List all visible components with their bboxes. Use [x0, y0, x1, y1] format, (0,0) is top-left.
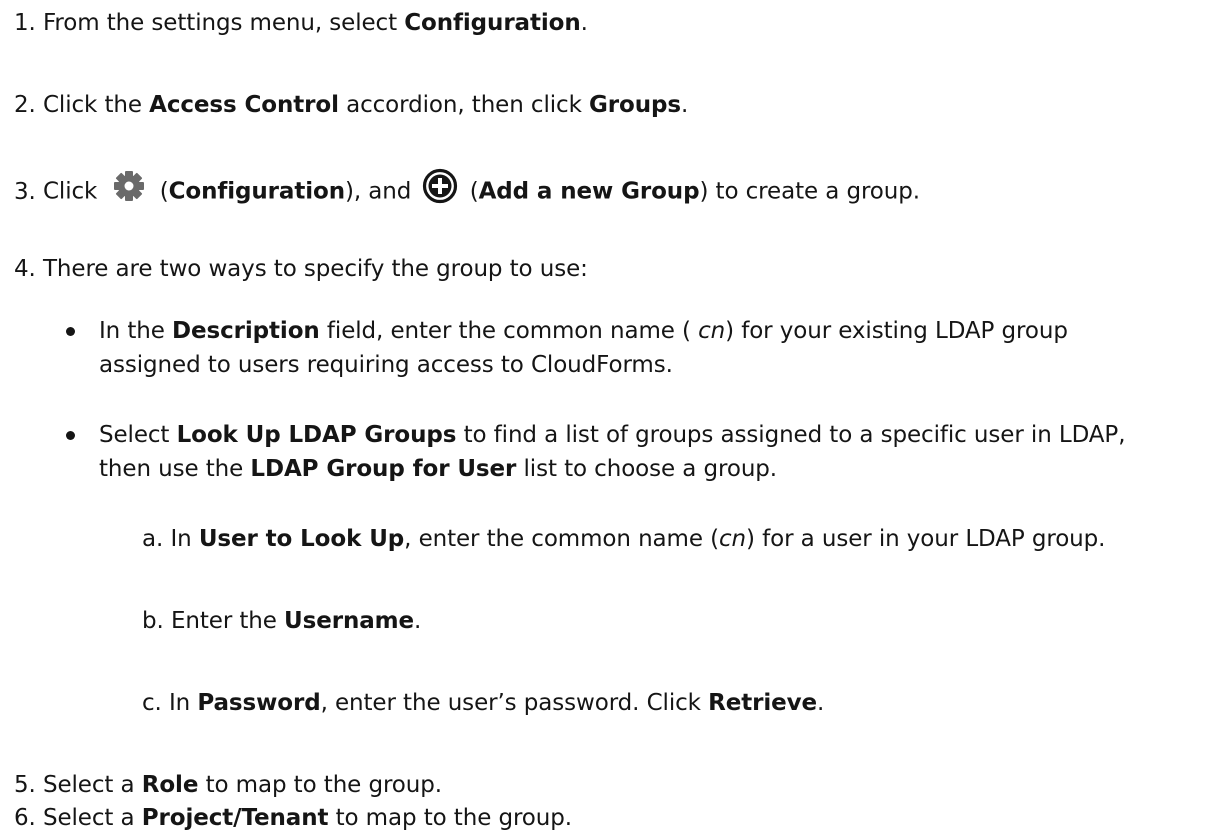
substep-text: .	[414, 608, 422, 634]
ui-term: Groups	[589, 92, 681, 118]
term-italic: cn	[690, 318, 726, 344]
step-5: 5. Select a Role to map to the group.	[14, 770, 442, 800]
ui-term: Configuration	[168, 178, 346, 205]
step-text: .	[580, 10, 588, 36]
step-text: ), and	[345, 178, 419, 205]
substep-text: , enter the user’s password. Click	[320, 690, 709, 716]
substep-a: a. In User to Look Up, enter the common …	[142, 524, 1105, 554]
ui-term: Password	[197, 690, 321, 716]
substep-text: .	[817, 690, 825, 716]
ui-term: Add a new Group	[478, 178, 700, 205]
bullet-text: list to choose a group.	[516, 456, 778, 482]
bullet-1-line-2: assigned to users requiring access to Cl…	[99, 350, 673, 380]
substep-letter: c.	[142, 690, 162, 716]
add-circle-icon	[422, 168, 458, 204]
step-number: 3.	[14, 178, 36, 205]
substep-letter: a.	[142, 526, 164, 552]
step-number: 5.	[14, 772, 36, 798]
substep-b: b. Enter the Username.	[142, 606, 421, 636]
gear-icon	[109, 166, 149, 206]
bullet-text: field, enter the common name (	[319, 318, 691, 344]
procedure-document: 1. From the settings menu, select Config…	[0, 0, 1213, 831]
step-number: 6.	[14, 805, 36, 831]
step-2: 2. Click the Access Control accordion, t…	[14, 90, 688, 120]
substep-text: Enter the	[170, 608, 285, 634]
ui-term: Username	[284, 608, 415, 634]
bullet-marker	[66, 431, 75, 440]
bullet-1-line-1: In the Description field, enter the comm…	[99, 316, 1068, 346]
ui-term: Project/Tenant	[141, 805, 329, 831]
ui-term: User to Look Up	[198, 526, 405, 552]
step-text: to map to the group.	[198, 772, 442, 798]
bullet-text: then use the	[99, 456, 251, 482]
step-text: ) to create a group.	[699, 178, 920, 205]
substep-c: c. In Password, enter the user’s passwor…	[142, 688, 824, 718]
ui-term: Configuration	[404, 10, 581, 36]
ui-term: Retrieve	[708, 690, 818, 716]
ui-term: LDAP Group for User	[250, 456, 517, 482]
step-1: 1. From the settings menu, select Config…	[14, 8, 588, 38]
bullet-text: ) for your existing LDAP group	[725, 318, 1068, 344]
substep-letter: b.	[142, 608, 164, 634]
step-4: 4. There are two ways to specify the gro…	[14, 254, 588, 284]
step-text: Select a	[42, 805, 142, 831]
bullet-2-line-2: then use the LDAP Group for User list to…	[99, 454, 777, 484]
ui-term: Role	[141, 772, 199, 798]
bullet-2-line-1: Select Look Up LDAP Groups to find a lis…	[99, 420, 1126, 450]
step-6: 6. Select a Project/Tenant to map to the…	[14, 803, 572, 833]
step-text: Click	[42, 178, 105, 205]
step-text: Select a	[42, 772, 142, 798]
ui-term: Access Control	[149, 92, 339, 118]
bullet-marker	[66, 327, 75, 336]
step-text: Click the	[42, 92, 150, 118]
step-3: 3. Click (Configuration), and (Add a new…	[14, 168, 920, 212]
step-text: (	[462, 178, 479, 205]
step-text: to map to the group.	[328, 805, 572, 831]
ui-term: Description	[172, 318, 320, 344]
substep-text: In	[168, 690, 198, 716]
step-number: 4.	[14, 256, 36, 282]
bullet-text: Select	[99, 422, 177, 448]
step-text: There are two ways to specify the group …	[42, 256, 588, 282]
step-text: .	[680, 92, 689, 118]
step-text: From the settings menu, select	[42, 10, 405, 36]
bullet-text: to find a list of groups assigned to a s…	[456, 422, 1126, 448]
substep-text: In	[170, 526, 199, 552]
bullet-text: assigned to users requiring access to Cl…	[99, 352, 673, 378]
substep-text: ) for a user in your LDAP group.	[746, 526, 1106, 552]
step-number: 2.	[14, 92, 36, 118]
term-italic: cn	[718, 526, 747, 552]
step-text: (	[152, 178, 169, 205]
ui-term: Look Up LDAP Groups	[176, 422, 457, 448]
substep-text: , enter the common name (	[404, 526, 719, 552]
step-number: 1.	[14, 10, 36, 36]
bullet-text: In the	[99, 318, 173, 344]
step-text: accordion, then click	[338, 92, 590, 118]
